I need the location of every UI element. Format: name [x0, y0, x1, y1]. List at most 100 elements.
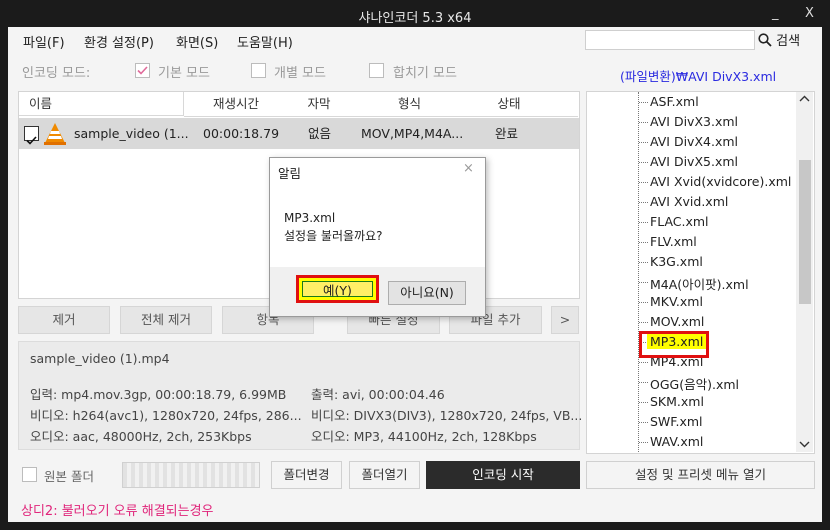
preset-item[interactable]: OGG(음악).xml — [650, 374, 739, 393]
dialog-title: 알림 — [278, 166, 302, 181]
preset-item[interactable]: K3G.xml — [650, 254, 703, 269]
client-area: 파일(F) 환경 설정(P) 화면(S) 도움말(H) 검색 인코딩 모드: 기… — [8, 27, 822, 522]
info-filename: sample_video (1).mp4 — [30, 351, 170, 366]
preset-item[interactable]: MKV.xml — [650, 294, 703, 309]
basic-mode-label: 기본 모드 — [158, 66, 210, 81]
preset-item[interactable]: WAV.xml — [650, 434, 703, 449]
info-input: 입력: mp4.mov.3gp, 00:00:18.79, 6.99MB — [30, 387, 287, 402]
preset-item[interactable]: M4A(아이팟).xml — [650, 274, 749, 293]
table-row[interactable]: sample_video (1... 00:00:18.79 없음 MOV,MP… — [19, 118, 579, 149]
source-folder-checkbox[interactable] — [22, 467, 37, 482]
preset-item[interactable]: AVI DivX5.xml — [650, 154, 738, 169]
app-window: 샤나인코더 5.3 x64 _ X 파일(F) 환경 설정(P) 화면(S) 도… — [0, 0, 830, 530]
tree-branch — [639, 182, 648, 183]
row-name: sample_video (1... — [74, 126, 189, 141]
more-button[interactable]: > — [551, 306, 579, 334]
tree-branch — [639, 442, 648, 443]
preset-scrollbar[interactable] — [796, 92, 813, 452]
info-audio-in: 오디오: aac, 48000Hz, 2ch, 253Kbps — [30, 429, 252, 444]
preset-item[interactable]: FLAC.xml — [650, 214, 709, 229]
file-info-panel: sample_video (1).mp4 입력: mp4.mov.3gp, 00… — [18, 341, 583, 450]
row-status: 완료 — [495, 126, 519, 141]
tree-line — [638, 92, 639, 452]
scrollbar-thumb[interactable] — [799, 160, 811, 304]
dialog-line1: MP3.xml — [284, 211, 336, 225]
info-video-out: 비디오: DIVX3(DIV3), 1280x720, 24fps, VB... — [311, 408, 583, 423]
column-header-blank — [549, 92, 578, 117]
row-duration: 00:00:18.79 — [203, 126, 280, 141]
row-format: MOV,MP4,M4A... — [361, 126, 464, 141]
preset-item[interactable]: SKM.xml — [650, 394, 704, 409]
preset-item[interactable]: AVI DivX3.xml — [650, 114, 738, 129]
tree-branch — [639, 242, 648, 243]
tree-branch — [639, 122, 648, 123]
menu-view[interactable]: 화면(S) — [176, 32, 218, 51]
preset-item[interactable]: SWF.xml — [650, 414, 703, 429]
check-icon — [26, 136, 37, 145]
column-header-name[interactable]: 이름 — [19, 92, 184, 116]
dialog-line2: 설정을 불러올까요? — [284, 229, 383, 243]
tree-branch — [639, 362, 648, 363]
minimize-button[interactable]: _ — [772, 6, 779, 21]
tree-branch — [639, 102, 648, 103]
tree-branch — [639, 282, 648, 283]
info-output: 출력: avi, 00:00:04.46 — [311, 387, 445, 402]
search-icon — [758, 33, 772, 47]
preset-item[interactable]: AVI DivX4.xml — [650, 134, 738, 149]
dialog-close-icon[interactable]: × — [463, 161, 474, 176]
check-icon — [137, 66, 148, 75]
tree-branch — [639, 262, 648, 263]
individual-mode-checkbox[interactable] — [251, 63, 266, 78]
column-header-duration[interactable]: 재생시간 — [184, 92, 289, 117]
menu-settings[interactable]: 환경 설정(P) — [84, 32, 154, 51]
source-folder-label: 원본 폴더 — [44, 469, 94, 484]
tree-branch — [639, 142, 648, 143]
confirm-dialog: 알림 × MP3.xml 설정을 불러올까요? 예(Y) 아니요(N) — [269, 157, 486, 317]
selected-preset-highlight — [639, 331, 709, 358]
column-header-format[interactable]: 형식 — [350, 92, 470, 117]
row-checkbox[interactable] — [24, 126, 39, 145]
close-button[interactable]: X — [805, 6, 814, 21]
remove-button[interactable]: 제거 — [18, 306, 110, 334]
menu-help[interactable]: 도움말(H) — [237, 32, 293, 51]
tree-branch — [639, 302, 648, 303]
search-input[interactable] — [585, 30, 755, 50]
settings-preset-menu-button[interactable]: 설정 및 프리셋 메뉴 열기 — [586, 461, 815, 489]
folder-path-field[interactable] — [122, 462, 260, 488]
info-video-in: 비디오: h264(avc1), 1280x720, 24fps, 286... — [30, 408, 302, 423]
row-subtitle: 없음 — [308, 126, 332, 141]
tree-branch — [639, 422, 648, 423]
menu-bar: 파일(F) 환경 설정(P) 화면(S) 도움말(H) 검색 — [8, 27, 822, 53]
no-button[interactable]: 아니요(N) — [388, 281, 466, 305]
info-audio-out: 오디오: MP3, 44100Hz, 2ch, 128Kbps — [311, 429, 537, 444]
preset-item[interactable]: AVI Xvid.xml — [650, 194, 728, 209]
search-button-label: 검색 — [776, 34, 801, 49]
preset-item[interactable]: ASF.xml — [650, 94, 699, 109]
yes-button-label: 예(Y) — [302, 281, 373, 298]
remove-all-button[interactable]: 전체 제거 — [120, 306, 212, 334]
preset-item[interactable]: AVI Xvid(xvidcore).xml — [650, 174, 791, 189]
start-encoding-button[interactable]: 인코딩 시작 — [426, 461, 580, 489]
scroll-up-icon[interactable] — [796, 92, 813, 106]
tree-branch — [639, 382, 648, 383]
tree-branch — [639, 402, 648, 403]
open-folder-button[interactable]: 폴더열기 — [349, 461, 420, 489]
column-header-status[interactable]: 상태 — [469, 92, 550, 117]
tree-branch — [639, 162, 648, 163]
preset-path: (파일변환)₩AVI DivX3.xml — [620, 69, 777, 84]
preset-item[interactable]: FLV.xml — [650, 234, 697, 249]
merge-mode-checkbox[interactable] — [369, 63, 384, 78]
vlc-icon — [44, 123, 66, 145]
bottom-bar: 원본 폴더 폴더변경 폴더열기 인코딩 시작 설정 및 프리셋 메뉴 열기 — [8, 459, 822, 493]
preset-item[interactable]: MOV.xml — [650, 314, 704, 329]
tree-branch — [639, 322, 648, 323]
change-folder-button[interactable]: 폴더변경 — [271, 461, 342, 489]
title-bar: 샤나인코더 5.3 x64 _ X — [0, 0, 830, 28]
tree-branch — [639, 222, 648, 223]
basic-mode-checkbox[interactable] — [135, 63, 150, 78]
scroll-down-icon[interactable] — [796, 437, 813, 451]
search-button[interactable]: 검색 — [758, 30, 800, 49]
yes-button[interactable]: 예(Y) — [296, 275, 379, 303]
menu-file[interactable]: 파일(F) — [23, 32, 65, 51]
column-header-subtitle[interactable]: 자막 — [288, 92, 351, 117]
